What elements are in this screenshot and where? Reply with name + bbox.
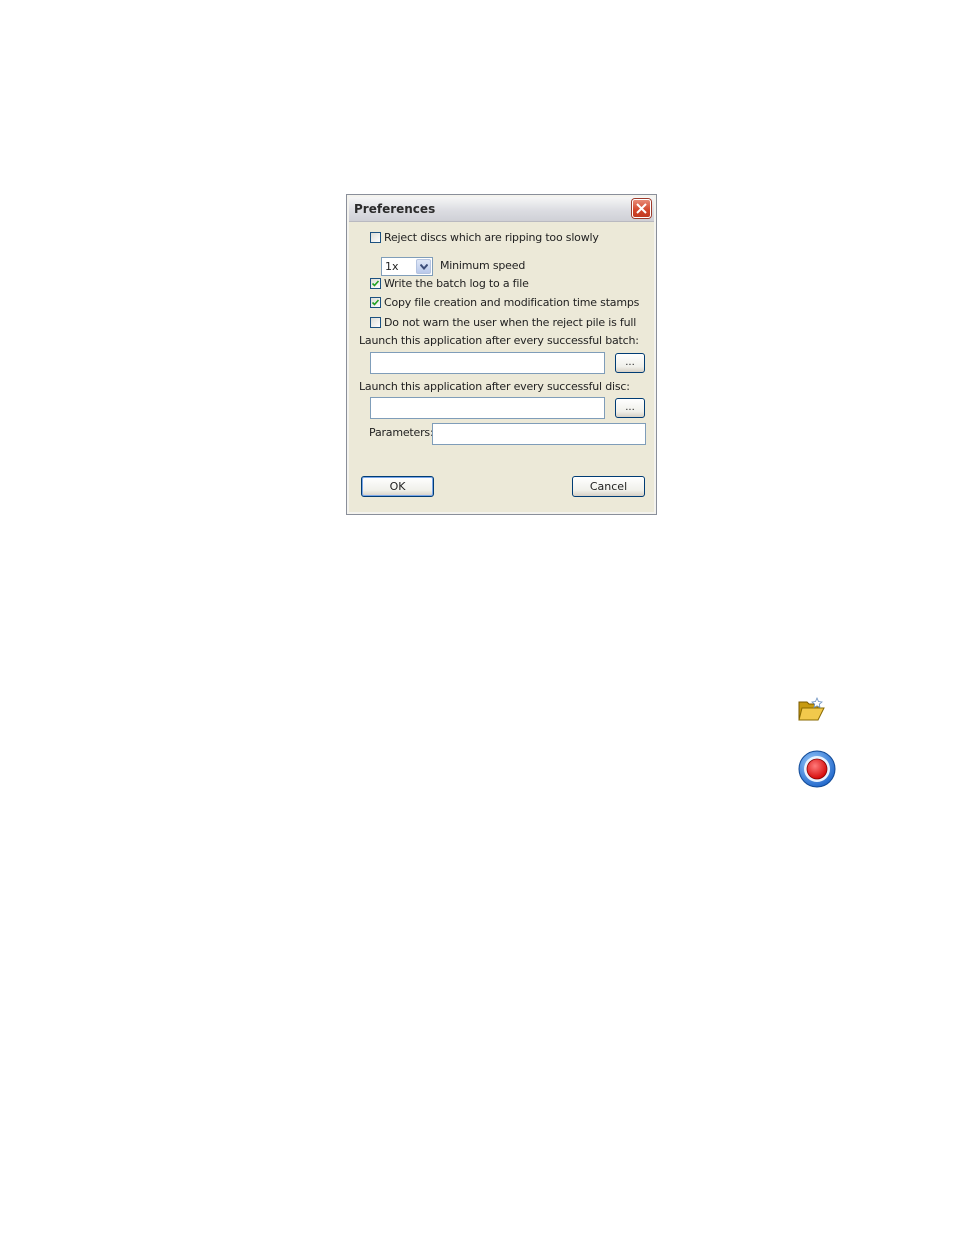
option-no-warn-reject-full[interactable]: Do not warn the user when the reject pil… [370,316,636,329]
disc-app-input[interactable] [370,397,605,419]
batch-app-label-row: Launch this application after every succ… [359,334,639,347]
batch-app-browse-button[interactable]: ... [615,353,645,373]
checkmark-icon [371,280,380,287]
copy-timestamps-label: Copy file creation and modification time… [384,296,640,309]
record-icon[interactable] [798,750,836,788]
parameters-input[interactable] [432,423,646,445]
ok-button[interactable]: OK [361,476,434,497]
copy-timestamps-checkbox[interactable] [370,297,381,308]
preferences-dialog: Preferences Reject discs which are rippi… [346,194,657,515]
close-button[interactable] [632,199,651,218]
option-reject-slow[interactable]: Reject discs which are ripping too slowl… [370,231,599,244]
reject-slow-checkbox[interactable] [370,232,381,243]
checkmark-icon [371,299,380,306]
dialog-content: Reject discs which are ripping too slowl… [347,221,656,514]
chevron-down-icon [420,264,428,270]
dropdown-button[interactable] [416,259,431,274]
disc-app-label: Launch this application after every succ… [359,380,630,393]
close-icon [636,203,647,214]
batch-app-input[interactable] [370,352,605,374]
minimum-speed-label: Minimum speed [440,259,526,272]
disc-app-browse-button[interactable]: ... [615,398,645,418]
open-folder-icon[interactable] [798,696,826,722]
parameters-label-row: Parameters: [369,426,434,439]
option-copy-timestamps[interactable]: Copy file creation and modification time… [370,296,639,309]
minimum-speed-select[interactable]: 1x [381,257,433,276]
parameters-label: Parameters: [369,426,434,439]
no-warn-reject-full-label: Do not warn the user when the reject pil… [384,316,637,329]
disc-app-label-row: Launch this application after every succ… [359,380,630,393]
write-batch-log-label: Write the batch log to a file [384,277,529,290]
cancel-button[interactable]: Cancel [572,476,645,497]
write-batch-log-checkbox[interactable] [370,278,381,289]
batch-app-label: Launch this application after every succ… [359,334,639,347]
reject-slow-label: Reject discs which are ripping too slowl… [384,231,599,244]
minimum-speed-label-row: Minimum speed [440,259,525,272]
minimum-speed-value: 1x [385,260,399,273]
no-warn-reject-full-checkbox[interactable] [370,317,381,328]
dialog-title: Preferences [354,202,436,216]
option-write-batch-log[interactable]: Write the batch log to a file [370,277,529,290]
title-bar[interactable]: Preferences [349,197,654,222]
